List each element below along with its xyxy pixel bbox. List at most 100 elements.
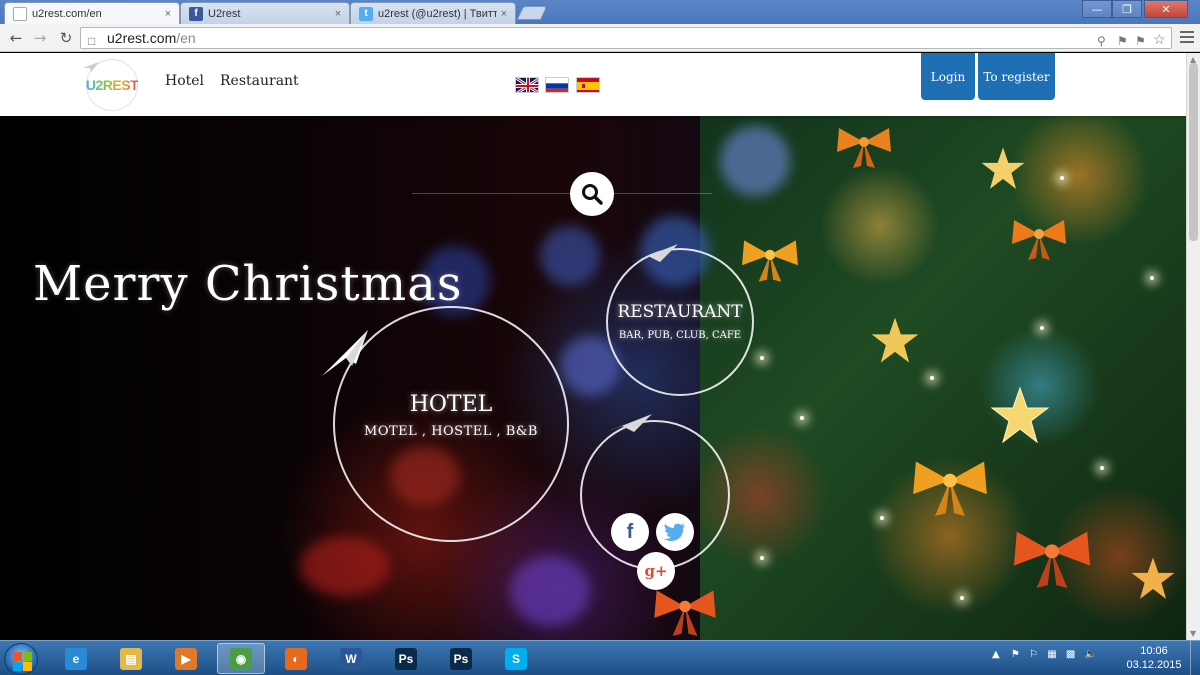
- twitter-icon: t: [359, 6, 373, 21]
- address-bar[interactable]: □ u2rest.com/en ⚲ ⚑ ⚑ ☆: [80, 27, 1172, 49]
- sparkle-light: [1150, 276, 1154, 280]
- forward-arrow-icon[interactable]: →: [30, 29, 50, 47]
- page-icon: [13, 6, 27, 21]
- page-icon: □: [88, 34, 96, 48]
- bokeh-light: [720, 126, 790, 196]
- reload-icon[interactable]: ↻: [56, 29, 76, 47]
- restaurant-circle[interactable]: RESTAURANT BAR, PUB, CLUB, CAFE: [606, 248, 754, 396]
- back-arrow-icon[interactable]: ←: [6, 29, 26, 47]
- firefox-icon: ◐: [285, 647, 307, 670]
- star-ornament: [871, 317, 919, 363]
- browser-toolbar: ← → ↻ □ u2rest.com/en ⚲ ⚑ ⚑ ☆: [0, 24, 1200, 52]
- bookmark-star-icon[interactable]: ☆: [1153, 29, 1166, 49]
- paper-plane-icon: [632, 244, 678, 262]
- uk-flag-icon[interactable]: [515, 77, 539, 93]
- close-tab-icon[interactable]: ×: [497, 8, 511, 20]
- ribbon-bow: [1012, 220, 1066, 260]
- firefox-taskbar-button[interactable]: ◐: [272, 643, 320, 674]
- extension-icon[interactable]: ⚑: [1135, 31, 1146, 51]
- microsoft-word-taskbar-button[interactable]: W: [327, 643, 375, 674]
- photoshop-2-taskbar-button[interactable]: Ps: [437, 643, 485, 674]
- site-logo[interactable]: U2REST: [83, 59, 139, 111]
- login-button[interactable]: Login: [921, 53, 975, 100]
- volume-icon[interactable]: 🔈: [1084, 649, 1096, 660]
- new-tab-button[interactable]: [516, 6, 548, 20]
- page-scrollbar[interactable]: ▲ ▼: [1186, 53, 1200, 640]
- star-ornament: [1131, 557, 1175, 599]
- close-window-button[interactable]: ✕: [1144, 0, 1188, 18]
- start-button[interactable]: [4, 643, 38, 675]
- spain-flag-icon[interactable]: [576, 77, 600, 93]
- sparkle-light: [1060, 176, 1064, 180]
- site-header: U2REST Hotel Restaurant Login To registe…: [0, 53, 1186, 116]
- internet-explorer-icon: e: [65, 647, 87, 670]
- media-player-taskbar-button[interactable]: ▶: [162, 643, 210, 674]
- hero-banner: Merry Christmas HOTEL MOTEL , HOSTEL , B…: [0, 116, 1186, 640]
- web-page: U2REST Hotel Restaurant Login To registe…: [0, 53, 1186, 640]
- sparkle-light: [760, 356, 764, 360]
- device-icon[interactable]: ▦: [1047, 649, 1056, 660]
- bokeh-light: [300, 536, 390, 596]
- windows-taskbar: e ▤ ▶ ◉ ◐ W Ps Ps S ▲ ⚑ ⚐ ▦ ▩ 🔈 10:06 03.12.2015: [0, 640, 1200, 675]
- browser-tab-strip: u2rest.com/en × f U2rest × t u2rest (@u2…: [0, 0, 1200, 24]
- nav-restaurant[interactable]: Restaurant: [220, 73, 299, 89]
- tab-twitter[interactable]: t u2rest (@u2rest) | Твиттер ×: [350, 2, 516, 24]
- maximize-button[interactable]: ❐: [1112, 0, 1142, 18]
- clock[interactable]: 10:06 03.12.2015: [1124, 644, 1184, 672]
- skype-taskbar-button[interactable]: S: [492, 643, 540, 674]
- tab-label: u2rest.com/en: [32, 7, 102, 20]
- google-chrome-icon: ◉: [230, 647, 252, 670]
- hotel-subtitle: MOTEL , HOSTEL , B&B: [364, 424, 538, 439]
- photoshop-taskbar-button[interactable]: Ps: [382, 643, 430, 674]
- show-hidden-icons-icon[interactable]: ▲: [992, 649, 1000, 660]
- zoom-icon[interactable]: ⚲: [1097, 31, 1106, 51]
- bokeh-light: [540, 226, 600, 286]
- network-icon[interactable]: ▩: [1066, 649, 1075, 660]
- star-ornament: [981, 147, 1025, 189]
- close-tab-icon[interactable]: ×: [161, 8, 175, 20]
- search-button[interactable]: [570, 172, 614, 216]
- bokeh-light: [510, 556, 590, 626]
- google-plus-icon[interactable]: g+: [637, 552, 675, 590]
- paper-plane-icon: [83, 62, 99, 72]
- twitter-icon[interactable]: [656, 513, 694, 551]
- register-button[interactable]: To register: [978, 53, 1055, 100]
- ribbon-bow: [742, 240, 798, 282]
- tab-label: u2rest (@u2rest) | Твиттер: [378, 7, 497, 20]
- facebook-icon: f: [189, 6, 203, 21]
- extension-icon[interactable]: ⚑: [1117, 31, 1128, 51]
- internet-explorer-taskbar-button[interactable]: e: [52, 643, 100, 674]
- paper-plane-icon: [322, 330, 368, 376]
- sparkle-light: [960, 596, 964, 600]
- url-host: u2rest.com: [107, 30, 177, 46]
- sparkle-light: [760, 556, 764, 560]
- windows-explorer-taskbar-button[interactable]: ▤: [107, 643, 155, 674]
- facebook-icon[interactable]: f: [611, 513, 649, 551]
- sparkle-light: [880, 516, 884, 520]
- paper-plane-icon: [606, 414, 652, 432]
- star-ornament: [990, 386, 1050, 444]
- scroll-down-icon[interactable]: ▼: [1190, 629, 1196, 638]
- tab-facebook[interactable]: f U2rest ×: [180, 2, 350, 24]
- google-chrome-taskbar-button[interactable]: ◉: [217, 643, 265, 674]
- tab-u2rest[interactable]: u2rest.com/en ×: [4, 2, 180, 24]
- keyboard-layout-icon[interactable]: ⚑: [1011, 649, 1020, 660]
- ribbon-bow: [654, 590, 716, 636]
- show-desktop-button[interactable]: [1190, 641, 1200, 675]
- minimize-button[interactable]: —: [1082, 0, 1112, 18]
- scrollbar-thumb[interactable]: [1189, 63, 1198, 241]
- nav-hotel[interactable]: Hotel: [165, 73, 204, 89]
- russia-flag-icon[interactable]: [545, 77, 569, 93]
- sparkle-light: [800, 416, 804, 420]
- restaurant-subtitle: BAR, PUB, CLUB, CAFE: [618, 330, 742, 341]
- restaurant-title: RESTAURANT: [617, 302, 743, 322]
- merry-christmas-heading: Merry Christmas: [33, 256, 463, 312]
- logo-text: U2REST: [85, 77, 139, 93]
- clock-date: 03.12.2015: [1126, 659, 1182, 671]
- close-tab-icon[interactable]: ×: [331, 8, 345, 20]
- sparkle-light: [1040, 326, 1044, 330]
- action-center-icon[interactable]: ⚐: [1029, 649, 1038, 660]
- skype-icon: S: [505, 647, 527, 670]
- ribbon-bow: [1013, 531, 1091, 588]
- menu-icon[interactable]: [1180, 31, 1194, 46]
